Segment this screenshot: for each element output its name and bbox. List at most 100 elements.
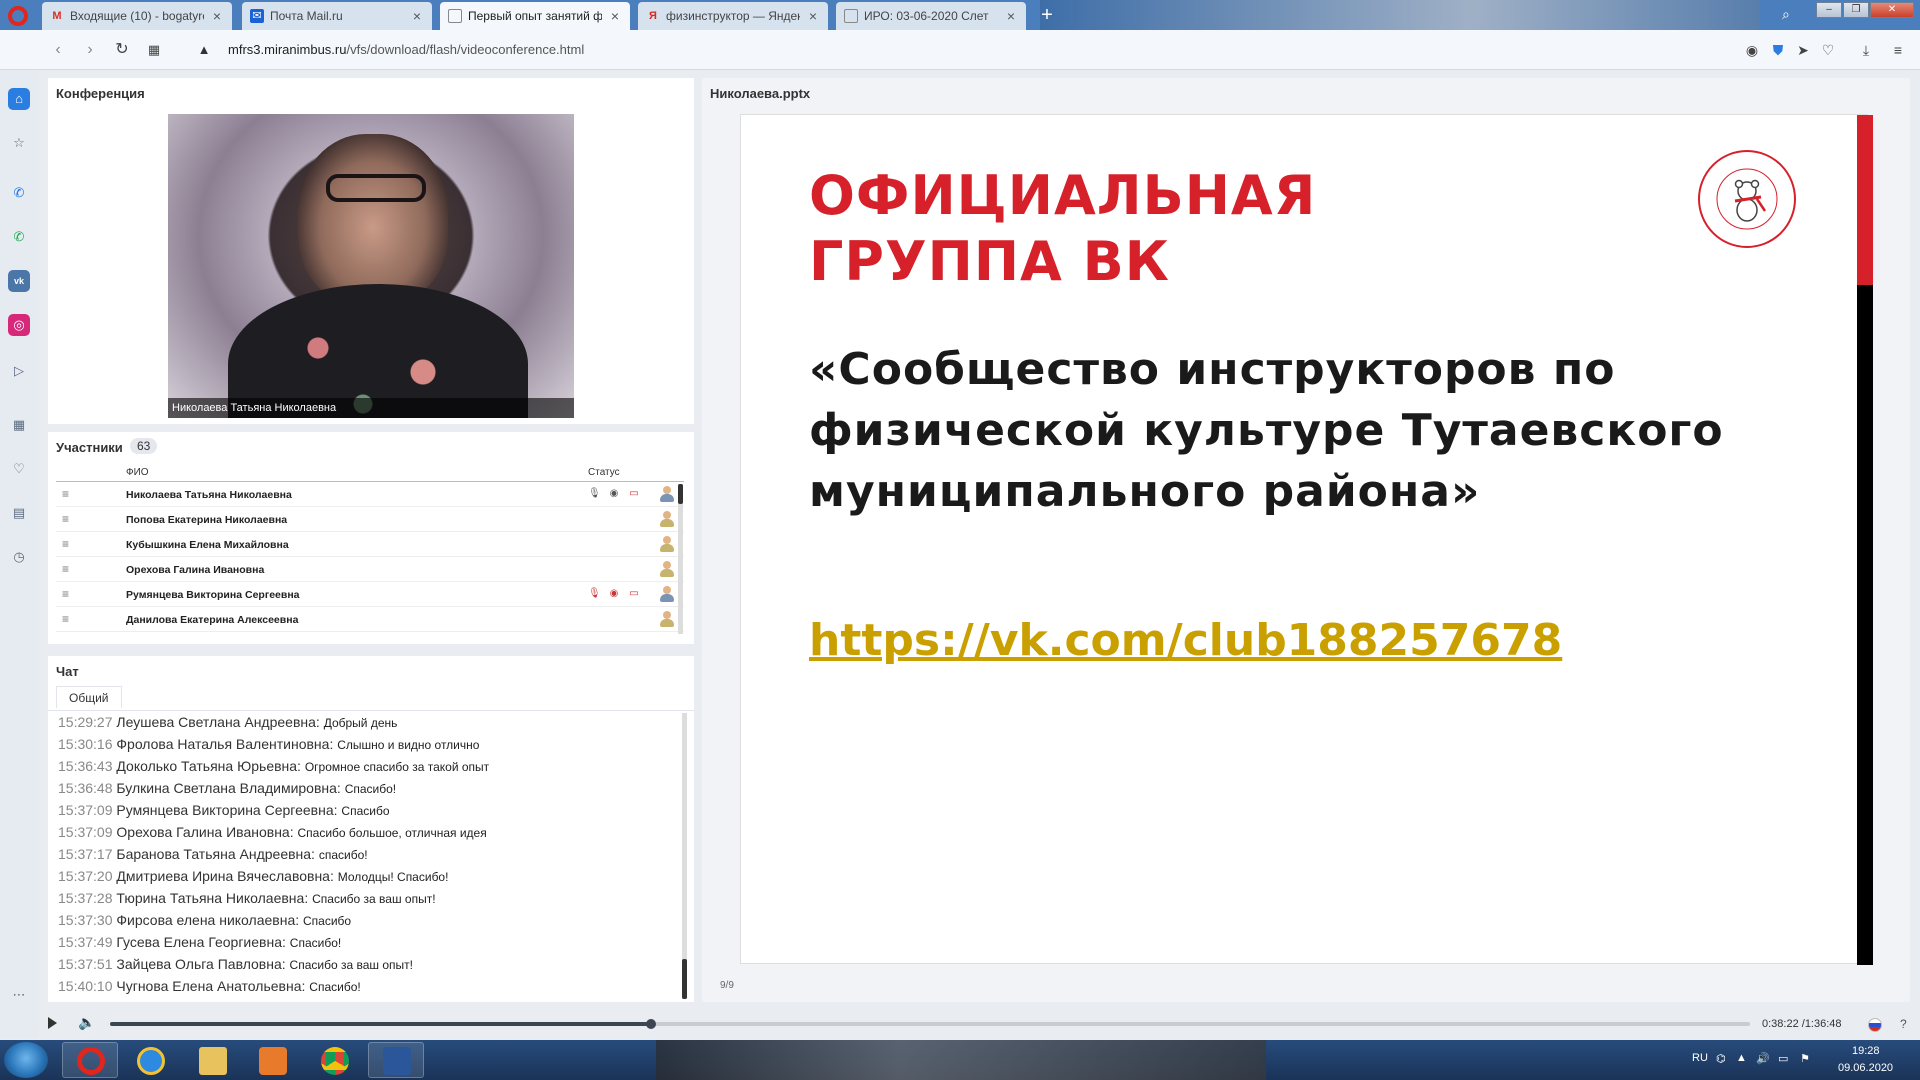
menu-icon[interactable]: ≡ <box>1888 40 1908 60</box>
reload-icon[interactable]: ↻ <box>112 40 132 60</box>
message-time: 15:40:10 <box>58 978 113 994</box>
apps-icon[interactable]: ▦ <box>8 414 30 436</box>
drag-handle-icon[interactable]: ≡ <box>62 563 74 575</box>
microphone-muted-icon[interactable]: 🎙 <box>588 588 601 600</box>
tray-expand-icon[interactable]: ▲ <box>1736 1052 1747 1064</box>
taskbar-word[interactable] <box>368 1042 424 1078</box>
tab-search-icon[interactable]: ⌕ <box>1782 6 1800 24</box>
screen-share-icon[interactable]: ▭ <box>628 588 640 600</box>
message-author: Фролова Наталья Валентиновна: <box>116 736 334 752</box>
seek-slider[interactable] <box>110 1019 1750 1029</box>
chat-tab-general[interactable]: Общий <box>56 686 122 708</box>
taskbar-chrome[interactable] <box>306 1042 362 1078</box>
help-button[interactable]: ? <box>1900 1017 1907 1031</box>
participants-count-badge: 63 <box>130 438 158 454</box>
video-feed[interactable]: Николаева Татьяна Николаевна <box>168 114 574 418</box>
microphone-icon[interactable]: 🎙 <box>588 488 601 500</box>
participant-row[interactable]: ≡ Николаева Татьяна Николаевна 🎙 ◉ ▭ <box>56 482 684 507</box>
bluetooth-icon[interactable]: ⌬ <box>1716 1052 1726 1065</box>
taskbar-ie[interactable] <box>122 1042 178 1078</box>
chat-scrollbar[interactable] <box>682 713 687 999</box>
taskbar-media[interactable] <box>244 1042 300 1078</box>
slide-vk-link[interactable]: https://vk.com/club188257678 <box>809 615 1562 666</box>
drag-handle-icon[interactable]: ≡ <box>62 538 74 550</box>
address-bar: ‹ › ↻ ▦ ▲ mfrs3.miranimbus.ru/vfs/downlo… <box>0 30 1920 70</box>
drag-handle-icon[interactable]: ≡ <box>62 513 74 525</box>
participant-row[interactable]: ≡ Орехова Галина Ивановна <box>56 557 684 582</box>
star-icon[interactable]: ☆ <box>8 132 30 154</box>
back-icon[interactable]: ‹ <box>48 40 68 60</box>
windows-start-button[interactable] <box>4 1042 48 1078</box>
tab-mailru[interactable]: ✉ Почта Mail.ru × <box>242 2 432 30</box>
close-icon[interactable]: × <box>410 8 424 24</box>
taskbar-opera[interactable] <box>62 1042 118 1078</box>
column-header-status[interactable]: Статус <box>588 467 620 478</box>
url-field[interactable]: mfrs3.miranimbus.ru/vfs/download/flash/v… <box>228 40 584 60</box>
seek-handle[interactable] <box>646 1019 657 1029</box>
warning-icon[interactable]: ▲ <box>194 40 214 60</box>
close-icon[interactable]: × <box>608 8 622 24</box>
tab-active[interactable]: Первый опыт занятий фи × <box>440 2 630 30</box>
clock-time[interactable]: 19:28 <box>1852 1045 1880 1057</box>
webcam-off-icon[interactable]: ◉ <box>608 588 620 600</box>
webcam-icon[interactable]: ◉ <box>608 488 620 500</box>
column-header-name[interactable]: ФИО <box>126 467 149 478</box>
message-time: 15:37:28 <box>58 890 113 906</box>
forward-icon[interactable]: › <box>80 40 100 60</box>
send-icon[interactable]: ➤ <box>1793 40 1813 60</box>
user-avatar-icon <box>660 511 674 527</box>
close-icon[interactable]: × <box>1004 8 1018 24</box>
minimize-button[interactable]: – <box>1816 2 1842 18</box>
messenger-icon[interactable]: ✆ <box>8 182 30 204</box>
tab-iro[interactable]: ИРО: 03-06-2020 Слет × <box>836 2 1026 30</box>
tab-yandex[interactable]: Я физинструктор — Яндекс × <box>638 2 828 30</box>
clock-date[interactable]: 09.06.2020 <box>1838 1062 1893 1074</box>
download-icon[interactable]: ⤓ <box>1856 40 1876 60</box>
drag-handle-icon[interactable]: ≡ <box>62 613 74 625</box>
participant-row[interactable]: ≡ Румянцева Викторина Сергеевна 🎙 ◉ ▭ <box>56 582 684 607</box>
language-indicator[interactable]: RU <box>1692 1052 1708 1064</box>
close-window-button[interactable]: ✕ <box>1870 2 1914 18</box>
scrollbar-thumb[interactable] <box>678 484 683 504</box>
participants-scrollbar[interactable] <box>678 484 683 634</box>
scrollbar-thumb[interactable] <box>682 959 687 999</box>
tab-gmail[interactable]: M Входящие (10) - bogatyre × <box>42 2 232 30</box>
network-icon[interactable]: ▭ <box>1778 1052 1788 1065</box>
speed-dial-icon[interactable]: ▦ <box>144 40 164 60</box>
participant-row[interactable]: ≡ Попова Екатерина Николаевна <box>56 507 684 532</box>
slide-title-line: ГРУППА ВК <box>809 230 1170 293</box>
close-icon[interactable]: × <box>806 8 820 24</box>
shield-icon[interactable]: ⛊ <box>1768 40 1788 60</box>
page-icon <box>844 9 858 23</box>
russian-flag-icon[interactable] <box>1868 1018 1882 1032</box>
news-icon[interactable]: ▤ <box>8 502 30 524</box>
flag-icon[interactable]: ⚑ <box>1800 1052 1810 1065</box>
opera-sidebar: ⌂ ☆ ✆ ✆ vk ◎ ▷ ▦ ♡ ▤ ◷ ⋯ <box>0 70 38 1038</box>
opera-menu-icon[interactable] <box>8 6 28 26</box>
drag-handle-icon[interactable]: ≡ <box>62 488 74 500</box>
more-icon[interactable]: ⋯ <box>8 984 30 1006</box>
instagram-icon[interactable]: ◎ <box>8 314 30 336</box>
maximize-button[interactable]: ❐ <box>1843 2 1869 18</box>
heart-icon[interactable]: ♡ <box>1818 40 1838 60</box>
message-author: Гусева Елена Георгиевна: <box>116 934 286 950</box>
camera-icon[interactable]: ◉ <box>1742 40 1762 60</box>
close-icon[interactable]: × <box>210 8 224 24</box>
home-icon[interactable]: ⌂ <box>8 88 30 110</box>
participant-row[interactable]: ≡ Данилова Екатерина Алексеевна <box>56 607 684 632</box>
screen-share-icon[interactable]: ▭ <box>628 488 640 500</box>
new-tab-icon[interactable]: + <box>1036 4 1058 26</box>
drag-handle-icon[interactable]: ≡ <box>62 588 74 600</box>
speaker-icon[interactable]: 🔊 <box>1756 1052 1770 1065</box>
play-icon[interactable] <box>48 1017 57 1029</box>
volume-icon[interactable]: 🔈 <box>78 1014 95 1031</box>
whatsapp-icon[interactable]: ✆ <box>8 226 30 248</box>
message-time: 15:37:51 <box>58 956 113 972</box>
taskbar-explorer[interactable] <box>184 1042 240 1078</box>
participants-panel: Участники 63 ФИО Статус ≡ Николаева Тать… <box>48 432 694 644</box>
vk-icon[interactable]: vk <box>8 270 30 292</box>
flow-icon[interactable]: ▷ <box>8 360 30 382</box>
favorites-icon[interactable]: ♡ <box>8 458 30 480</box>
participant-row[interactable]: ≡ Кубышкина Елена Михайловна <box>56 532 684 557</box>
history-icon[interactable]: ◷ <box>8 546 30 568</box>
